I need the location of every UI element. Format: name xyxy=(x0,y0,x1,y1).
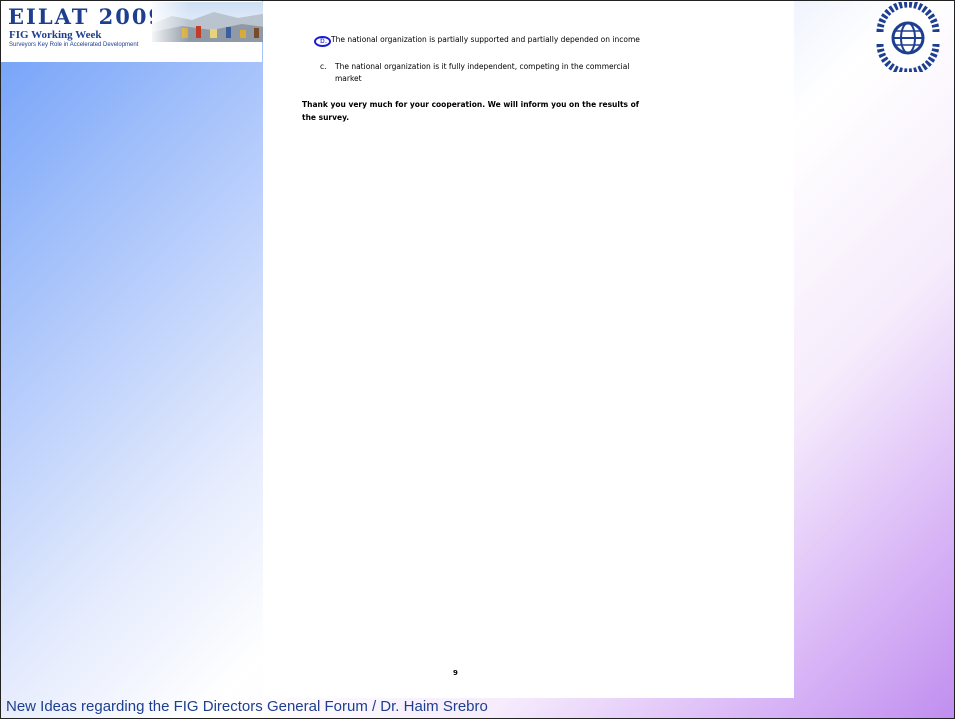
survey-of-israel-seal-icon xyxy=(876,2,940,72)
slide-footer: New Ideas regarding the FIG Directors Ge… xyxy=(6,698,488,715)
option-c-text: The national organization is it fully in… xyxy=(335,62,630,83)
option-b-letter: b. xyxy=(320,36,328,45)
page-number: 9 xyxy=(453,669,458,677)
option-c-letter: c. xyxy=(320,62,327,71)
conference-title: EILAT 2009 xyxy=(8,4,166,29)
option-b-text: The national organization is partially s… xyxy=(331,35,640,44)
thank-you-note: Thank you very much for your cooperation… xyxy=(302,100,640,122)
conference-tagline: Surveyors Key Role in Accelerated Develo… xyxy=(9,42,139,48)
conference-subtitle: FIG Working Week xyxy=(9,29,102,41)
